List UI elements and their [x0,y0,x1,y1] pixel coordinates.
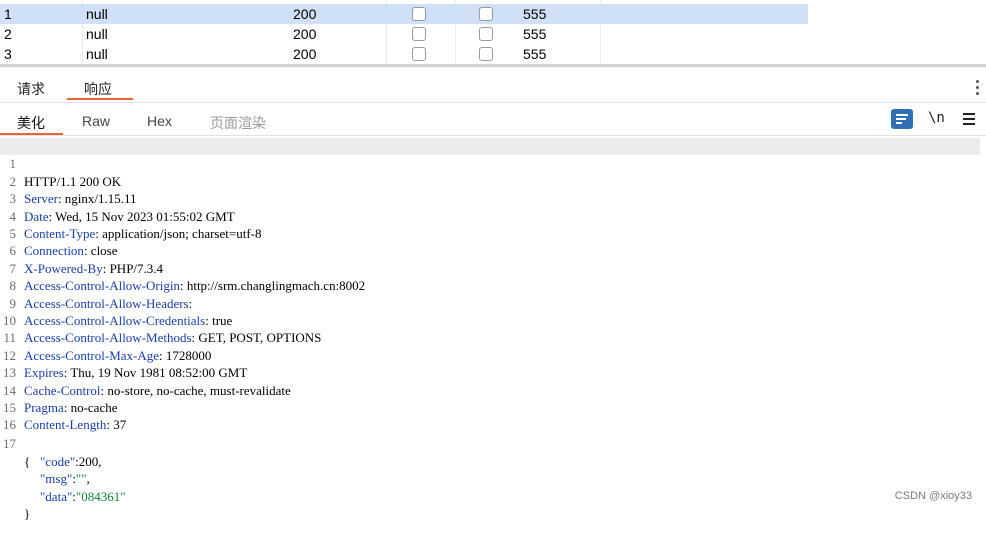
tab-hex[interactable]: Hex [147,113,172,129]
active-tab-indicator [67,98,133,100]
row-length: 555 [523,46,547,62]
editor-line: 8 Access-Control-Allow-Headers: [0,260,986,310]
editor-line: 9 Access-Control-Allow-Credentials: true [0,277,986,328]
row-checkbox[interactable] [412,7,426,21]
editor-line: "msg":"", [0,453,986,486]
editor-line: 13 Cache-Control: no-store, no-cache, mu… [0,347,986,397]
row-host: null [86,46,108,62]
row-length: 555 [523,6,547,22]
editor-line: 7 Access-Control-Allow-Origin: http://sr… [0,242,986,293]
editor-line: 5 Connection: close [0,208,986,258]
row-checkbox[interactable] [479,27,493,41]
response-editor[interactable]: 1 HTTP/1.1 200 OK 2 Server: nginx/1.15.1… [0,138,986,521]
row-host: null [86,6,108,22]
tab-request[interactable]: 请求 [17,79,45,99]
show-newlines-button[interactable]: \n [928,110,945,126]
row-checkbox[interactable] [412,47,426,61]
editor-line: 4 Content-Type: application/json; charse… [0,190,986,241]
tab-response[interactable]: 响应 [84,79,112,99]
row-host: null [86,26,108,42]
editor-line: 11 Access-Control-Max-Age: 1728000 [0,312,986,362]
row-index: 3 [4,46,12,62]
row-index: 1 [4,6,12,22]
more-options-icon[interactable] [976,80,980,96]
results-table: 1 null 200 555 2 null 200 555 3 null 200… [0,0,808,64]
table-row[interactable]: 2 null 200 555 [0,24,808,44]
row-status: 200 [293,46,317,62]
row-status: 200 [293,6,317,22]
row-status: 200 [293,26,317,42]
active-tab-indicator [0,133,63,135]
editor-line: 12 Expires: Thu, 19 Nov 1981 08:52:00 GM… [0,329,986,380]
tab-render[interactable]: 页面渲染 [210,113,266,133]
editor-line: 14 Pragma: no-cache [0,364,986,415]
json-close-brace: } [24,506,31,521]
table-row[interactable]: 1 null 200 555 [0,4,808,24]
tab-raw[interactable]: Raw [82,113,110,129]
message-tabs: 请求 响应 [0,72,986,103]
row-checkbox[interactable] [412,27,426,41]
editor-line: 10 Access-Control-Allow-Methods: GET, PO… [0,295,986,345]
editor-line: "code":200, [0,435,986,469]
word-wrap-icon[interactable] [891,109,913,129]
menu-icon[interactable] [963,113,975,125]
editor-line: 3 Date: Wed, 15 Nov 2023 01:55:02 GMT [0,173,986,223]
row-index: 2 [4,26,12,42]
table-row[interactable]: 3 null 200 555 [0,44,808,64]
tab-pretty[interactable]: 美化 [17,113,45,133]
editor-line: 2 Server: nginx/1.15.11 [0,155,986,206]
editor-line: "data":"084361" [0,470,986,504]
editor-line: 1 HTTP/1.1 200 OK [0,138,980,189]
row-length: 555 [523,26,547,42]
editor-line: 16 [0,399,986,432]
divider [0,67,986,68]
watermark: CSDN @xioy33 [894,490,972,502]
editor-line: 17 { [0,418,986,468]
editor-line: } [0,488,986,521]
row-checkbox[interactable] [479,7,493,21]
view-tabs: 美化 Raw Hex 页面渲染 [0,103,986,136]
row-checkbox[interactable] [479,47,493,61]
editor-line: 6 X-Powered-By: PHP/7.3.4 [0,225,986,275]
editor-line: 15 Content-Length: 37 [0,382,986,432]
